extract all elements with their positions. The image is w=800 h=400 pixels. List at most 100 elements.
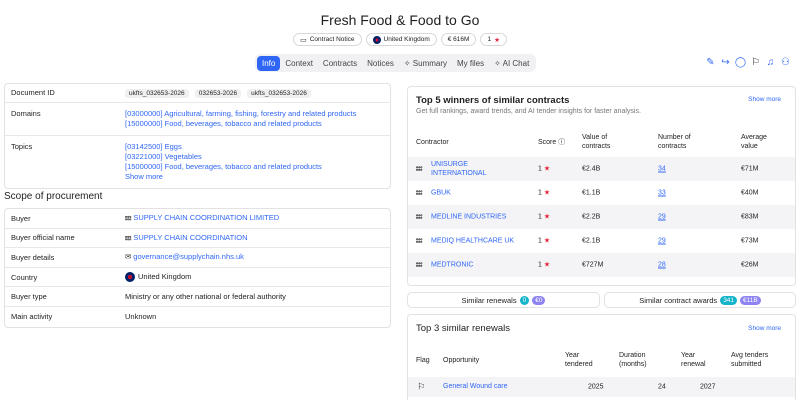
header-score: Score ⓘ <box>538 139 566 146</box>
share-icon[interactable]: ↪ <box>720 57 731 68</box>
top-winners-panel: Top 5 winners of similar contracts Show … <box>407 86 796 286</box>
contractor-link[interactable]: MEDTRONIC <box>431 261 473 270</box>
table-row[interactable]: ⚐ General Wound care 2025 24 2027 <box>408 377 795 397</box>
buyer-details-row: Buyer details ✉ governance@supplychain.nh… <box>5 248 390 268</box>
domains-label: Domains <box>11 109 41 118</box>
header-year-renewal-line1: Year <box>681 352 696 359</box>
tab-context[interactable]: Context <box>280 56 318 71</box>
topics-show-more[interactable]: Show more <box>125 172 384 182</box>
company-icon: ⦂⦂⦂ <box>416 165 423 173</box>
value-label: € 616M <box>447 36 470 43</box>
contractor-name-line2: INTERNATIONAL <box>431 170 487 177</box>
contractor-link[interactable]: MEDIQ HEALTHCARE UK <box>431 237 514 246</box>
table-row[interactable]: ⦂⦂⦂ MEDIQ HEALTHCARE UK 1 ★ €2.1B 29 €73… <box>408 229 795 253</box>
main-activity-label: Main activity <box>11 312 53 322</box>
uk-flag-icon <box>372 35 381 44</box>
country-row: Country United Kingdom <box>5 268 390 288</box>
contract-value: €2.4B <box>582 165 601 173</box>
winners-subtitle: Get full rankings, award trends, and AI … <box>416 108 641 115</box>
tab-contracts[interactable]: Contracts <box>318 56 362 71</box>
year-renewal: 2027 <box>700 383 716 391</box>
score-value: 1 <box>538 165 542 173</box>
tab-info[interactable]: Info <box>257 55 281 71</box>
header-contractor: Contractor <box>416 139 449 146</box>
table-row[interactable]: ⦂⦂⦂ GBUK 1 ★ €1.1B 33 €40M <box>408 181 795 205</box>
similar-renewals-button[interactable]: Similar renewals 0 €0 <box>407 292 600 308</box>
topics-values: [03142500] Eggs [03221000] Vegetables [1… <box>125 142 384 182</box>
star-icon: ★ <box>543 213 551 221</box>
scope-table: Buyer ⦂⦂⦂ SUPPLY CHAIN COORDINATION LIMIT… <box>4 208 391 328</box>
notice-type-badge: ▭ Contract Notice <box>293 33 362 46</box>
topic-link[interactable]: [03142500] Eggs <box>125 142 384 152</box>
topics-label: Topics <box>11 142 33 151</box>
header-duration-line2: (months) <box>619 361 647 368</box>
renewals-show-more[interactable]: Show more <box>748 325 781 332</box>
score-badge: 1 ★ <box>480 33 507 46</box>
winners-show-more[interactable]: Show more <box>748 96 781 103</box>
buyer-email-link[interactable]: governance@supplychain.nhs.uk <box>133 252 244 261</box>
header-duration-line1: Duration <box>619 352 646 359</box>
edit-icon[interactable]: ✎ <box>705 57 716 68</box>
company-icon: ⦂⦂⦂ <box>416 189 423 197</box>
opportunity-link[interactable]: General Wound care <box>443 382 507 392</box>
star-icon: ★ <box>543 165 551 173</box>
header-average: Average value <box>741 133 767 151</box>
buyer-type-label: Buyer type <box>11 292 47 302</box>
comment-icon[interactable]: ◯ <box>735 57 746 68</box>
tab-summary-label: Summary <box>412 58 448 68</box>
similar-renewals-value: €0 <box>532 295 546 305</box>
flag-icon[interactable]: ⚐ <box>750 57 761 68</box>
tab-my-files[interactable]: My files <box>452 56 489 71</box>
contractor-link[interactable]: UNISURGE INTERNATIONAL <box>431 160 487 178</box>
document-id-chip: ukfts_032653-2026 <box>247 89 311 98</box>
contract-count-link[interactable]: 29 <box>658 237 666 246</box>
notice-type-label: Contract Notice <box>309 36 355 43</box>
winners-title: Top 5 winners of similar contracts <box>416 95 570 106</box>
table-row[interactable]: ⦂⦂⦂ MEDTRONIC 1 ★ €727M 28 €26M <box>408 253 795 277</box>
buyer-details-label: Buyer details <box>11 252 55 262</box>
contract-count-link[interactable]: 33 <box>658 189 666 198</box>
domain-link[interactable]: [15000000] Food, beverages, tobacco and … <box>125 119 384 129</box>
buyer-official-name-value: ⦂⦂⦂ SUPPLY CHAIN COORDINATION <box>125 233 384 243</box>
add-user-icon[interactable]: ⚇ <box>780 57 791 68</box>
page-title: Fresh Food & Food to Go <box>320 12 480 28</box>
company-icon: ⦂⦂⦂ <box>125 234 132 242</box>
tab-ai-chat[interactable]: ✧ AI Chat <box>489 56 534 71</box>
duration: 24 <box>658 383 666 391</box>
buyer-link[interactable]: SUPPLY CHAIN COORDINATION LIMITED <box>133 213 279 222</box>
contractor-link[interactable]: GBUK <box>431 189 451 198</box>
table-row[interactable]: ⦂⦂⦂ UNISURGE INTERNATIONAL 1 ★ €2.4B 34 €… <box>408 157 795 181</box>
score-value: 1 <box>538 237 542 245</box>
contract-count-link[interactable]: 28 <box>658 261 666 270</box>
uk-flag-icon <box>125 272 135 283</box>
star-icon: ★ <box>543 261 551 269</box>
contract-count-link[interactable]: 34 <box>658 165 666 174</box>
tab-notices[interactable]: Notices <box>362 56 399 71</box>
header-value-line2: contracts <box>582 143 611 150</box>
renewals-header: Flag Opportunity Year tendered Duration (m… <box>408 349 795 371</box>
document-details: Document ID ukfts_032653-2026 032653-202… <box>4 83 391 189</box>
similar-awards-button[interactable]: Similar contract awards 341 €11B <box>604 292 796 308</box>
topic-link[interactable]: [03221000] Vegetables <box>125 152 384 162</box>
table-row[interactable]: ⦂⦂⦂ MEDLINE INDUSTRIES 1 ★ €2.2B 29 €83M <box>408 205 795 229</box>
topic-link[interactable]: [15000000] Food, beverages, tobacco and … <box>125 162 384 172</box>
domains-row: Domains [03000000] Agricultural, farming… <box>5 103 390 136</box>
score-value: 1 <box>538 189 542 197</box>
company-icon: ⦂⦂⦂ <box>416 213 423 221</box>
contract-count-link[interactable]: 29 <box>658 213 666 222</box>
contract-value: €1.1B <box>582 189 601 197</box>
document-id-row: Document ID ukfts_032653-2026 032653-202… <box>5 84 390 103</box>
buyer-official-name-link[interactable]: SUPPLY CHAIN COORDINATION <box>133 233 247 242</box>
contractor-name-line1: UNISURGE <box>431 161 468 168</box>
document-id-values: ukfts_032653-2026 032653-2026 ukfts_0326… <box>125 88 384 98</box>
tab-bar: Info Context Contracts Notices ✧ Summary… <box>255 54 537 72</box>
scope-title: Scope of procurement <box>4 191 103 202</box>
similar-renewals-label: Similar renewals <box>461 295 517 305</box>
flag-icon[interactable]: ⚐ <box>417 382 425 393</box>
main-activity-row: Main activity Unknown <box>5 307 390 327</box>
star-icon: ★ <box>543 237 551 245</box>
bell-icon[interactable]: ♫ <box>765 57 776 68</box>
contractor-link[interactable]: MEDLINE INDUSTRIES <box>431 213 506 222</box>
tab-summary[interactable]: ✧ Summary <box>399 56 452 71</box>
domain-link[interactable]: [03000000] Agricultural, farming, fishin… <box>125 109 384 119</box>
